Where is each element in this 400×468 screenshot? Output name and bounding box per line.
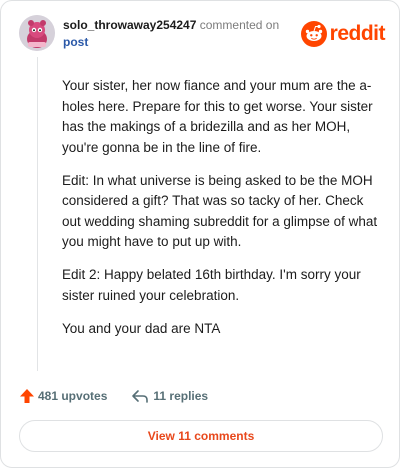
snoo-avatar-icon xyxy=(19,15,55,51)
commented-on-text: commented on xyxy=(199,18,280,32)
username[interactable]: solo_throwaway254247 xyxy=(63,18,196,32)
comment-paragraph: Your sister, her now fiance and your mum… xyxy=(62,78,373,155)
upvote-arrow-icon xyxy=(20,389,34,403)
comment-header: solo_throwaway254247 commented on post r… xyxy=(19,15,386,55)
upvote-button[interactable]: 481 upvotes xyxy=(19,388,107,404)
comment-paragraph: Edit 2: Happy belated 16th birthday. I'm… xyxy=(62,267,361,303)
reply-count: 11 replies xyxy=(153,389,209,403)
reddit-logo-icon xyxy=(300,21,327,47)
reply-arrow-icon xyxy=(132,390,149,403)
comment-body: Your sister, her now fiance and your mum… xyxy=(62,76,382,352)
view-comments-button[interactable]: View 11 comments xyxy=(19,420,383,452)
comment-paragraph: You and your dad are NTA xyxy=(62,320,221,336)
replies-button[interactable]: 11 replies xyxy=(107,388,208,404)
reddit-brand[interactable]: reddit xyxy=(300,21,386,47)
user-avatar[interactable] xyxy=(19,15,55,51)
thread-line[interactable] xyxy=(37,57,38,371)
brand-wordmark: reddit xyxy=(329,22,386,45)
comment-meta: solo_throwaway254247 commented on post xyxy=(63,17,279,51)
comment-card: solo_throwaway254247 commented on post r… xyxy=(0,0,400,468)
post-link[interactable]: post xyxy=(63,34,279,51)
comment-paragraph: Edit: In what universe is being asked to… xyxy=(62,172,378,250)
comment-actions: 481 upvotes 11 replies xyxy=(19,385,208,407)
upvote-count: 481 upvotes xyxy=(38,389,108,403)
